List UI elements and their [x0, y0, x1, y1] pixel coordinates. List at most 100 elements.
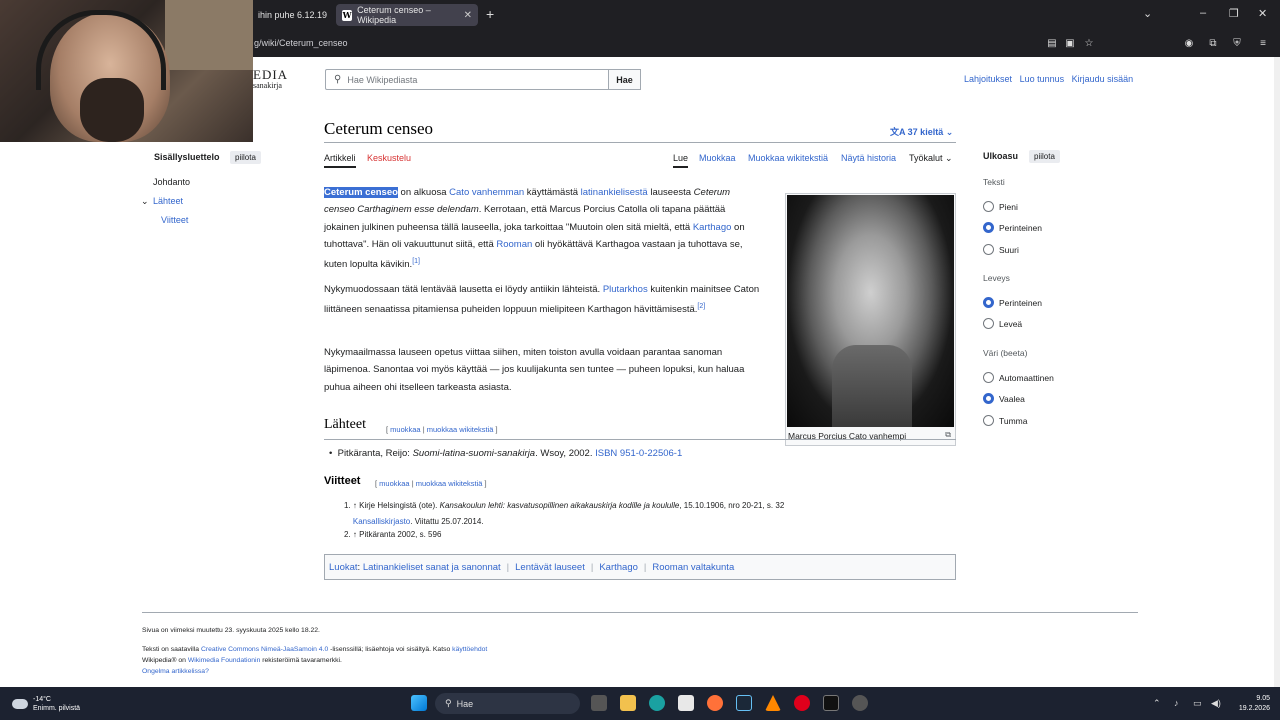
radio-circle-selected	[983, 222, 994, 233]
page-title: Ceterum censeo	[324, 119, 434, 138]
edit-link[interactable]: muokkaa	[379, 479, 409, 488]
tab-previous[interactable]: ihin puhe 6.12.19	[252, 4, 336, 26]
category-link[interactable]: Rooman valtakunta	[652, 562, 734, 573]
paragraph-intro: Ceterum censeo on alkuosa Cato vanhemman…	[324, 184, 762, 274]
radio-width-wide[interactable]: Leveä	[983, 318, 1022, 329]
microphone-icon[interactable]: ♪	[1174, 698, 1179, 708]
tab-talk[interactable]: Keskustelu	[367, 153, 411, 163]
wikimedia-link[interactable]: Wikimedia Foundationin	[188, 657, 261, 664]
link-plutarkhos[interactable]: Plutarkhos	[603, 284, 648, 295]
start-icon[interactable]	[411, 695, 427, 711]
radio-color-light[interactable]: Vaalea	[983, 393, 1025, 404]
tab-history[interactable]: Näytä historia	[841, 153, 896, 163]
radio-text-standard[interactable]: Perinteinen	[983, 222, 1042, 233]
store-icon[interactable]	[678, 695, 694, 711]
kansalliskirjasto-link[interactable]: Kansalliskirjasto	[353, 517, 410, 526]
radio-color-dark[interactable]: Tumma	[983, 415, 1028, 426]
bookmark-star-icon[interactable]: ☆	[1082, 37, 1096, 51]
text: Nykymuodossaan tätä lentävää lausetta ei…	[324, 284, 603, 295]
link-rooma[interactable]: Rooman	[496, 239, 532, 250]
tab-edit[interactable]: Muokkaa	[699, 153, 736, 163]
edit-source-link[interactable]: muokkaa wikitekstiä	[427, 425, 494, 434]
menu-icon[interactable]: ≡	[1256, 37, 1270, 51]
cato-bust-image[interactable]	[787, 195, 954, 427]
close-tab-icon[interactable]: ✕	[464, 10, 472, 21]
text: -lisenssillä; lisäehtoja voi sisältyä. K…	[328, 646, 453, 653]
edit-link[interactable]: muokkaa	[390, 425, 420, 434]
volume-icon[interactable]: ◀)	[1211, 698, 1221, 709]
address-bar[interactable]: g/wiki/Ceterum_censeo ▤ ▣ ☆ ◉ ⧉ ⛨ ≡	[250, 33, 1280, 55]
toc-item-refs[interactable]: Viitteet	[161, 215, 188, 225]
category-link[interactable]: Latinankieliset sanat ja sanonnat	[363, 562, 501, 573]
text: Pitkäranta, Reijo:	[337, 448, 413, 459]
new-tab-button[interactable]: +	[486, 6, 494, 22]
trademark-text: Wikipedia® on Wikimedia Foundationin rek…	[142, 657, 342, 664]
tab-read[interactable]: Lue	[673, 153, 689, 168]
network-icon[interactable]: ▭	[1193, 698, 1202, 709]
search-button[interactable]: Hae	[608, 69, 641, 90]
tab-article[interactable]: Artikkeli	[324, 153, 356, 168]
category-link[interactable]: Karthago	[599, 562, 638, 573]
category-link[interactable]: Lentävät lauseet	[515, 562, 585, 573]
radio-color-auto[interactable]: Automaattinen	[983, 372, 1054, 383]
edit-source-link[interactable]: muokkaa wikitekstiä	[416, 479, 483, 488]
toc-item-intro[interactable]: Johdanto	[153, 177, 190, 187]
tools-menu[interactable]: Työkalut ⌄	[909, 153, 953, 164]
problem-link[interactable]: Ongelma artikkelissa?	[142, 668, 209, 675]
account-icon[interactable]: ◉	[1182, 37, 1196, 51]
categories-label[interactable]: Luokat	[329, 562, 358, 573]
clock[interactable]: 9.05 19.2.2026	[1239, 694, 1270, 714]
reader-view-icon[interactable]: ▤	[1045, 37, 1059, 51]
tab-wikipedia[interactable]: W Ceterum censeo – Wikipedia ✕	[336, 4, 478, 26]
time: 9.05	[1256, 695, 1270, 702]
radio-width-standard[interactable]: Perinteinen	[983, 297, 1042, 308]
weather-widget[interactable]: -14°C Enimm. pilvistä	[12, 695, 80, 713]
link-cato[interactable]: Cato vanhemman	[449, 187, 524, 198]
edge-icon[interactable]	[649, 695, 665, 711]
steam-icon[interactable]	[736, 695, 752, 711]
vlc-icon[interactable]	[765, 695, 781, 711]
language-button[interactable]: 文A 37 kieltä ⌄	[890, 125, 953, 138]
toc-item-sources[interactable]: Lähteet	[153, 196, 183, 206]
text: , 15.10.1906, nro 20-21, s. 32	[679, 501, 785, 510]
link-karthago[interactable]: Karthago	[693, 222, 732, 233]
radio-circle	[983, 244, 994, 255]
extensions-icon[interactable]: ⧉	[1206, 37, 1220, 51]
search-input[interactable]: ⚲ Hae Wikipediasta	[325, 69, 609, 90]
link-latin[interactable]: latinankielisestä	[581, 187, 648, 198]
radio-text-large[interactable]: Suuri	[983, 244, 1019, 255]
page-scrollbar[interactable]	[1274, 57, 1280, 687]
obs-icon[interactable]	[852, 695, 868, 711]
radio-label: Tumma	[999, 415, 1028, 426]
firefox-icon[interactable]	[707, 695, 723, 711]
toc-hide-button[interactable]: piilota	[230, 151, 261, 164]
tab-edit-source[interactable]: Muokkaa wikitekstiä	[748, 153, 828, 163]
screenshot-icon[interactable]: ▣	[1063, 37, 1077, 51]
ublock-icon[interactable]: ⛨	[1230, 37, 1244, 51]
taskbar-search[interactable]: ⚲ Hae	[435, 693, 580, 714]
maximize-button[interactable]: ❐	[1229, 7, 1239, 20]
donate-link[interactable]: Lahjoitukset	[964, 74, 1012, 84]
paragraph-2: Nykymuodossaan tätä lentävää lausetta ei…	[324, 281, 762, 319]
appearance-hide-button[interactable]: piilota	[1029, 150, 1060, 163]
radio-text-small[interactable]: Pieni	[983, 201, 1018, 212]
create-account-link[interactable]: Luo tunnus	[1020, 74, 1065, 84]
file-explorer-icon[interactable]	[620, 695, 636, 711]
tab-list-chevron-icon[interactable]: ⌄	[1143, 7, 1152, 20]
ref-2[interactable]: [2]	[697, 303, 705, 310]
terminal-icon[interactable]	[823, 695, 839, 711]
category-box: Luokat: Latinankieliset sanat ja sanonna…	[324, 554, 956, 580]
license-link[interactable]: Creative Commons Nimeä-JaaSamoin 4.0	[201, 646, 328, 653]
minimize-button[interactable]: –	[1200, 7, 1206, 19]
opera-icon[interactable]	[794, 695, 810, 711]
user-links: Lahjoitukset Luo tunnus Kirjaudu sisään	[964, 74, 1138, 84]
login-link[interactable]: Kirjaudu sisään	[1072, 74, 1134, 84]
close-window-button[interactable]: ✕	[1258, 7, 1267, 20]
task-view-icon[interactable]	[591, 695, 607, 711]
tray-chevron-icon[interactable]: ⌃	[1153, 698, 1161, 709]
toc-toggle[interactable]: ⌄	[141, 196, 149, 207]
translate-icon: 文A	[890, 127, 908, 137]
ref-1[interactable]: [1]	[412, 258, 420, 265]
isbn-link[interactable]: ISBN 951-0-22506-1	[595, 448, 682, 459]
terms-link[interactable]: käyttöehdot	[452, 646, 487, 653]
